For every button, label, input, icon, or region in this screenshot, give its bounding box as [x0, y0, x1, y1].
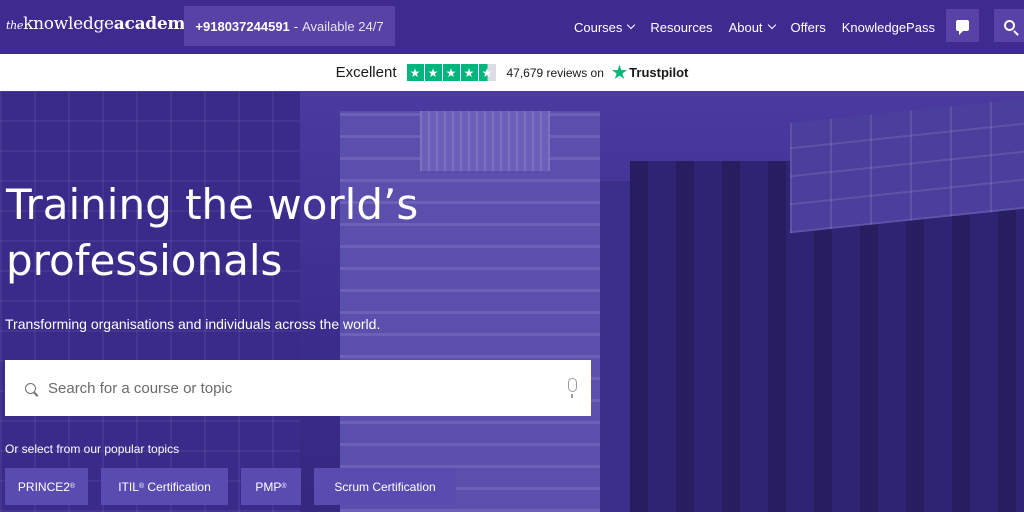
- star-icon: ★: [406, 64, 424, 81]
- menu-resources-label: Resources: [650, 19, 713, 35]
- site-logo[interactable]: theknowledgeacademy: [6, 14, 195, 34]
- topic-itil[interactable]: ITIL ® Certification: [101, 468, 228, 505]
- trustpilot-logo: ★ Trustpilot: [612, 63, 688, 83]
- background-building: [340, 111, 600, 512]
- registered-mark: ®: [69, 483, 76, 490]
- top-navbar: theknowledgeacademy +918037244591 - Avai…: [0, 0, 1024, 54]
- menu-courses[interactable]: Courses: [574, 19, 636, 35]
- menu-offers-label: Offers: [790, 19, 826, 35]
- nav-search-button[interactable]: [994, 9, 1024, 42]
- topic-label: PMP: [255, 479, 282, 494]
- menu-offers[interactable]: Offers: [791, 20, 826, 35]
- menu-courses-label: Courses: [574, 19, 623, 35]
- topic-pmp[interactable]: PMP ®: [241, 468, 301, 505]
- hero-subtitle: Transforming organisations and individua…: [5, 316, 381, 332]
- course-search-input[interactable]: [48, 379, 548, 397]
- half-star-icon: ★: [478, 64, 496, 81]
- availability-text: Available 24/7: [302, 18, 384, 34]
- logo-knowledge: knowledge: [23, 14, 114, 34]
- menu-knowledgepass[interactable]: KnowledgePass: [842, 20, 935, 35]
- topic-prince2[interactable]: PRINCE2 ®: [5, 468, 88, 505]
- course-search-box[interactable]: [5, 360, 591, 416]
- trustpilot-star-icon: ★: [611, 62, 628, 82]
- chat-button[interactable]: [946, 9, 979, 42]
- hero-section: Training the world’s professionals Trans…: [0, 91, 1024, 512]
- menu-knowledgepass-label: KnowledgePass: [841, 19, 935, 35]
- menu-about-label: About: [728, 19, 763, 35]
- main-menu: Courses Resources About Offers Knowledge…: [574, 0, 951, 54]
- topic-label: Scrum Certification: [334, 479, 436, 494]
- topic-scrum[interactable]: Scrum Certification: [314, 468, 456, 505]
- chevron-down-icon: [627, 20, 636, 30]
- registered-mark: ®: [281, 483, 287, 490]
- topic-suffix: Certification: [144, 479, 211, 494]
- topic-label: ITIL: [118, 479, 139, 494]
- star-icon: ★: [424, 64, 442, 81]
- rating-text: Excellent: [335, 64, 397, 81]
- popular-topics: PRINCE2 ® ITIL ® Certification PMP ® Scrum …: [5, 468, 469, 505]
- microphone-icon[interactable]: [568, 378, 577, 398]
- menu-resources[interactable]: Resources: [650, 20, 712, 35]
- rating-stars: ★ ★ ★ ★ ★: [406, 64, 497, 81]
- phone-contact-button[interactable]: +918037244591 - Available 24/7: [184, 6, 395, 46]
- search-icon: [1003, 20, 1015, 31]
- hero-title: Training the world’s professionals: [6, 180, 419, 285]
- logo-academy: academy: [113, 14, 195, 34]
- star-icon: ★: [460, 64, 478, 81]
- phone-number: +918037244591: [195, 18, 290, 34]
- phone-separator: -: [293, 18, 299, 34]
- chevron-down-icon: [767, 20, 776, 30]
- trustpilot-brand: Trustpilot: [629, 65, 689, 80]
- menu-about[interactable]: About: [728, 19, 776, 35]
- trustpilot-bar[interactable]: Excellent ★ ★ ★ ★ ★ 47,679 reviews on ★ …: [0, 54, 1024, 91]
- chat-icon: [956, 20, 969, 35]
- topic-label: PRINCE2: [17, 479, 70, 494]
- star-icon: ★: [442, 64, 460, 81]
- search-icon: [25, 382, 36, 394]
- popular-topics-label: Or select from our popular topics: [5, 442, 180, 456]
- background-building: [420, 111, 550, 171]
- reviews-count: 47,679 reviews on: [506, 65, 604, 80]
- logo-the: the: [6, 19, 24, 32]
